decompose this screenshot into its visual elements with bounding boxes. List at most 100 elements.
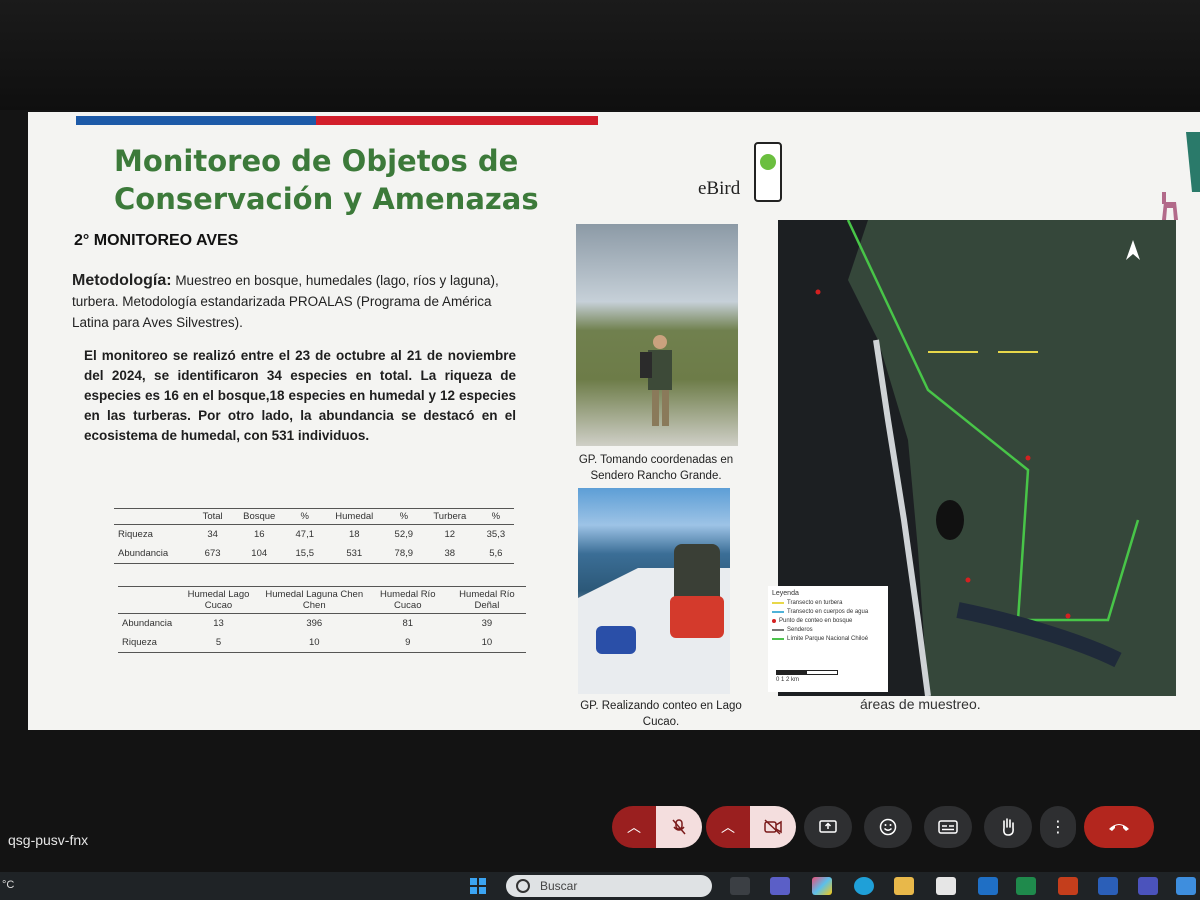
powerpoint-icon[interactable] [1058,877,1078,895]
camera-options-button[interactable]: ︿ [706,806,750,848]
camera-toggle-button[interactable] [750,806,796,848]
table-row: Abundancia 13 396 81 39 [118,614,526,634]
outlook-icon[interactable] [978,877,998,895]
table-row: Riqueza 34 16 47,1 18 52,9 12 35,3 [114,525,514,545]
table-cell: 10 [481,637,493,648]
table-header: % [491,511,501,522]
raise-hand-button[interactable] [984,806,1032,848]
phone-down-icon [1109,824,1129,831]
table-cell: Riqueza [122,637,157,648]
teams-chat-icon[interactable] [770,877,790,895]
table-cell: 38 [444,548,456,559]
scale-label: 0 1 2 km [776,677,800,683]
table-row: Riqueza 5 10 9 10 [118,633,526,653]
table-cell: 47,1 [295,529,315,540]
more-options-button[interactable]: ⋮ [1040,806,1076,848]
captions-button[interactable] [924,806,972,848]
table-cell: 39 [481,618,493,629]
table-header: Humedal Lago Cucao [187,589,250,611]
word-icon[interactable] [1098,877,1118,895]
copilot-icon[interactable] [812,877,832,895]
field-photo-boat [578,488,730,694]
meet-control-bar [0,730,1200,872]
mic-control-group: ︿ [612,806,702,848]
methodology-label: Metodología: [72,272,172,289]
table-cell: 18 [348,529,360,540]
table-header: Turbera [433,511,467,522]
table-header: Humedal Río Deñal [459,589,515,611]
legend-item: Transecto en turbera [772,600,884,606]
task-view-icon[interactable] [730,877,750,895]
photo1-caption: GP. Tomando coordenadas en Sendero Ranch… [578,454,734,482]
table-header: Total [202,511,223,522]
table-header: Humedal Laguna Chen Chen [265,589,364,611]
mic-off-icon [672,819,686,835]
app-icon[interactable] [1176,877,1196,895]
table-header: Humedal Río Cucao [380,589,436,611]
wetland-table: Humedal Lago Cucao Humedal Laguna Chen C… [118,586,526,653]
legend-item: Punto de conteo en bosque [772,618,884,624]
reactions-button[interactable] [864,806,912,848]
methodology-paragraph: Metodología: Muestreo en bosque, humedal… [72,270,512,333]
map-scale: 0 1 2 km [768,664,888,692]
microsoft-store-icon[interactable] [936,877,956,895]
table-cell: 34 [207,529,218,540]
chevron-up-icon: ︿ [721,819,735,835]
camera-off-icon [764,819,782,835]
table-header [118,587,176,614]
camera-control-group: ︿ [706,806,796,848]
legend-item: Límite Parque Nacional Chiloé [772,636,884,642]
table-cell: 673 [204,548,221,559]
table-cell: 81 [402,618,414,629]
field-photo-coordinates [576,224,738,446]
slide-title-line2: Conservación y Amenazas [114,182,539,216]
table-cell: 396 [306,618,323,629]
flag-bar-blue [76,116,316,125]
table-cell: 78,9 [394,548,414,559]
flag-bar-red [316,116,598,125]
table-header: % [300,511,309,522]
table-cell: 10 [308,637,320,648]
mic-toggle-button[interactable] [656,806,702,848]
phone-icon [754,142,782,202]
teams-icon[interactable] [1138,877,1158,895]
start-windows-icon[interactable] [470,878,486,894]
monitor-bezel-top [0,0,1200,110]
hand-icon [1003,818,1014,836]
table-row: Abundancia 673 104 15,5 531 78,9 38 5,6 [114,544,514,564]
file-explorer-icon[interactable] [894,877,914,895]
search-icon [516,879,530,893]
table-cell: 5,6 [489,548,503,559]
taskbar-search-box[interactable]: Buscar [506,875,712,897]
table-cell: 16 [253,529,265,540]
slide-title-line1: Monitoreo de Objetos de [114,144,519,178]
species-table: Total Bosque % Humedal % Turbera % Rique… [114,508,514,564]
map-caption: áreas de muestreo. [860,696,981,712]
table-cell: Abundancia [118,548,169,559]
photo2-caption: GP. Realizando conteo en Lago Cucao. [580,700,742,728]
llama-tree-icon [1162,132,1200,220]
captions-icon [938,820,958,834]
table-cell: 12 [444,529,456,540]
ebird-logo-text: eBird [698,178,741,199]
table-cell: Abundancia [122,618,173,629]
table-cell: 52,9 [394,529,414,540]
present-button[interactable] [804,806,852,848]
present-screen-icon [819,820,837,833]
table-cell: 9 [405,637,411,648]
leave-call-button[interactable] [1084,806,1154,848]
weather-temperature: °C [2,879,15,891]
emoji-icon [879,818,897,836]
excel-icon[interactable] [1016,877,1036,895]
mic-options-button[interactable]: ︿ [612,806,656,848]
table-cell: 5 [215,637,222,648]
presentation-slide: Monitoreo de Objetos de Conservación y A… [28,112,1200,730]
table-header: % [399,511,409,522]
search-placeholder: Buscar [540,879,578,893]
edge-browser-icon[interactable] [854,877,874,895]
table-header: Humedal [335,511,374,522]
table-cell: 35,3 [486,529,506,540]
table-cell: 104 [251,548,268,559]
table-cell: 13 [213,618,224,629]
windows-taskbar: °C Buscar [0,872,1200,900]
